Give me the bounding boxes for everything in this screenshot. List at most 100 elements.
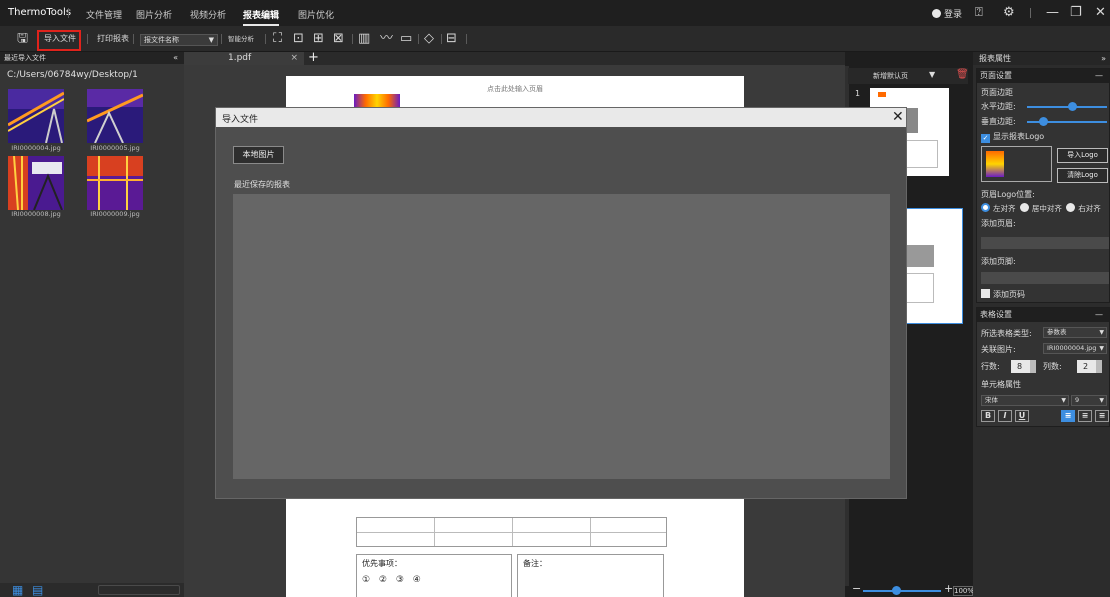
align-right-icon[interactable]: ≡ [1095, 410, 1109, 422]
menu-image-optimize[interactable]: 图片优化 [298, 8, 334, 21]
italic-button[interactable]: I [998, 410, 1012, 422]
local-image-button[interactable]: 本地图片 [233, 146, 284, 164]
import-logo-button[interactable]: 导入Logo [1057, 148, 1108, 163]
linked-image-select[interactable]: IRI0000004.jpg ▼ [1043, 343, 1107, 354]
zoom-out-icon[interactable]: − [852, 582, 861, 595]
restore-icon[interactable]: ❐ [1070, 5, 1082, 20]
priority-box[interactable]: 优先事项： ① ② ③ ④ [356, 554, 512, 597]
checkbox-icon [981, 289, 990, 298]
align-center-radio[interactable]: 居中对齐 [1018, 203, 1062, 213]
help-icon[interactable]: ⍰ [975, 5, 983, 20]
menu-image-analysis[interactable]: 图片分析 [136, 8, 172, 21]
line-chart-icon[interactable]: 〰 [380, 31, 393, 47]
thumbnail-image[interactable] [87, 89, 143, 143]
font-size-select[interactable]: 9 ▼ [1071, 395, 1107, 406]
header-input[interactable] [981, 237, 1109, 249]
page-header-hint[interactable]: 点击此处输入页眉 [286, 84, 744, 94]
menu-file-manage[interactable]: 文件管理 [86, 8, 122, 21]
search-input[interactable] [98, 585, 180, 595]
remark-box[interactable]: 备注： [517, 554, 664, 597]
zoom-in-icon[interactable]: + [944, 582, 953, 595]
add-page-number-checkbox[interactable]: 添加页码 [981, 289, 1025, 300]
menu-video-analysis[interactable]: 视频分析 [190, 8, 226, 21]
thumbnail-image[interactable] [8, 89, 64, 143]
rows-stepper[interactable]: 8 [1011, 360, 1036, 373]
recent-files-panel: 最近导入文件 « C:/Users/06784wy/Desktop/1 IRI00… [0, 52, 184, 597]
table-type-select[interactable]: 参数表 ▼ [1043, 327, 1107, 338]
align-left-radio[interactable]: 左对齐 [981, 203, 1016, 213]
remark-label: 备注： [523, 559, 547, 568]
bold-button[interactable]: B [981, 410, 995, 422]
close-icon[interactable]: ✕ [892, 109, 904, 125]
add-tab-icon[interactable]: + [308, 50, 319, 65]
collapse-icon[interactable]: « [173, 52, 178, 64]
report-table[interactable] [356, 517, 667, 547]
insert-image-icon[interactable]: ⛶ [273, 31, 282, 47]
separator [466, 34, 467, 44]
delete-icon[interactable]: 🗑 [956, 69, 969, 80]
table-settings-title: 表格设置 [980, 310, 1012, 319]
bar-chart-icon[interactable]: ▥ [358, 31, 370, 47]
pin-icon[interactable]: » [1101, 52, 1106, 65]
eraser-icon[interactable]: ◇ [424, 31, 434, 47]
smart-analysis-button[interactable]: 智能分析 [228, 31, 254, 47]
insert-table-icon[interactable]: ⊞ [313, 31, 324, 47]
add-header-label: 添加页眉: [981, 219, 1016, 228]
h-margin-slider[interactable] [1027, 106, 1107, 108]
collapse-icon[interactable]: — [1095, 308, 1103, 322]
separator [87, 34, 88, 44]
align-center-icon[interactable]: ≡ [1078, 410, 1092, 422]
template-select[interactable]: 报文件名称 ▼ [140, 34, 218, 46]
minimize-icon[interactable]: — [1046, 5, 1059, 20]
priority-options: ① ② ③ ④ [362, 575, 424, 585]
save-icon[interactable]: 🖫 [17, 31, 28, 47]
thumbnail-image[interactable] [87, 156, 143, 210]
clear-logo-button[interactable]: 清除Logo [1057, 168, 1108, 183]
chevron-down-icon: ▼ [1099, 397, 1104, 404]
new-default-page-label[interactable]: 新增默认页 [873, 71, 908, 81]
h-margin-slider-handle[interactable] [1068, 102, 1077, 111]
font-select[interactable]: 宋体 ▼ [981, 395, 1069, 406]
add-footer-label: 添加页脚: [981, 257, 1016, 266]
align-right-radio[interactable]: 右对齐 [1064, 203, 1101, 213]
zoom-slider-track[interactable] [863, 590, 941, 592]
zoom-level[interactable]: 100% [953, 586, 974, 596]
collapse-icon[interactable]: — [1095, 69, 1103, 83]
v-margin-slider-handle[interactable] [1039, 117, 1048, 126]
show-logo-checkbox[interactable]: ✓ 显示报表Logo [981, 131, 1044, 143]
stepper-arrows-icon[interactable] [1030, 360, 1036, 373]
settings-icon[interactable]: ⚙ [1003, 5, 1015, 20]
footer-input[interactable] [981, 272, 1109, 284]
chevron-down-icon[interactable]: ▼ [929, 70, 935, 79]
insert-text-icon[interactable]: ⊡ [293, 31, 304, 47]
chevron-down-icon: ▼ [1099, 345, 1104, 352]
recent-reports-label: 最近保存的报表 [234, 180, 290, 189]
grid-view-icon[interactable]: ▦ [12, 583, 23, 597]
comment-icon[interactable]: ▭ [400, 31, 412, 47]
stepper-arrows-icon[interactable] [1096, 360, 1102, 373]
underline-button[interactable]: U [1015, 410, 1029, 422]
recent-reports-list[interactable] [233, 194, 890, 479]
font-value: 宋体 [985, 396, 998, 404]
table-type-label: 所选表格类型: [981, 329, 1032, 338]
zoom-control: − + 100% [845, 582, 974, 597]
table-settings-header[interactable]: 表格设置 — [977, 308, 1109, 322]
page-settings-icon[interactable]: ⊟ [446, 31, 457, 47]
list-view-icon[interactable]: ▤ [32, 583, 43, 597]
print-report-button[interactable]: 打印报表 [97, 31, 129, 47]
separator [221, 34, 222, 44]
login-button[interactable]: 登录 [932, 7, 962, 20]
zoom-slider-handle[interactable] [892, 586, 901, 595]
close-icon[interactable]: ✕ [1095, 5, 1106, 20]
import-file-highlight [37, 30, 81, 51]
separator [265, 34, 266, 44]
insert-frame-icon[interactable]: ⊠ [333, 31, 344, 47]
close-tab-icon[interactable]: × [290, 52, 298, 65]
tab-document[interactable]: 1.pdf × [184, 52, 304, 65]
menu-report-edit[interactable]: 报表编辑 [243, 8, 280, 26]
separator [352, 34, 353, 44]
cols-stepper[interactable]: 2 [1077, 360, 1102, 373]
align-left-icon[interactable]: ≡ [1061, 410, 1075, 422]
page-settings-header[interactable]: 页面设置 — [977, 69, 1109, 83]
thumbnail-image[interactable] [8, 156, 64, 210]
